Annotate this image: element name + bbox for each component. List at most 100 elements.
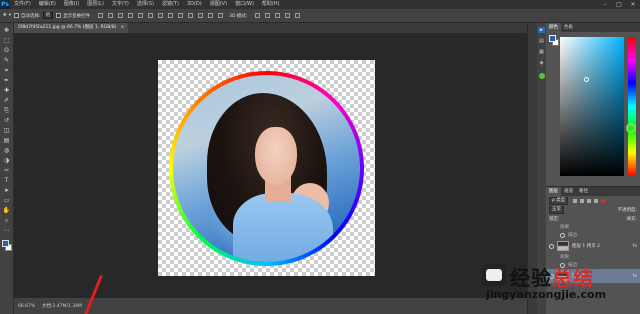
layer-row[interactable]: 图层 1 拷贝 2 fx bbox=[546, 239, 640, 253]
document-tab[interactable]: 5f8d7f4f2a211.jpg @ 66.7% (图层 1, RGB/8) … bbox=[14, 23, 129, 33]
filter-toggle-icon[interactable] bbox=[601, 198, 606, 203]
3d-pan-icon[interactable] bbox=[275, 13, 281, 18]
show-transform-checkbox[interactable] bbox=[56, 13, 62, 18]
filter-adjust-icon[interactable] bbox=[580, 198, 585, 203]
panel-grid-icon[interactable]: ▦ bbox=[539, 49, 544, 55]
distribute-vcenter-icon[interactable] bbox=[168, 13, 174, 18]
layer-kind-filter[interactable]: ρ 类型 bbox=[549, 196, 569, 205]
marquee-tool-icon[interactable]: ⬚ bbox=[2, 36, 12, 45]
tab-paths[interactable]: 路径 bbox=[576, 187, 591, 196]
eyedropper-tool-icon[interactable]: ✒ bbox=[2, 76, 12, 85]
eye-icon[interactable] bbox=[549, 273, 554, 279]
layer-effects-row[interactable]: 效果 bbox=[546, 223, 640, 231]
canvas-area[interactable] bbox=[14, 33, 527, 297]
close-tab-icon[interactable]: × bbox=[121, 23, 125, 33]
type-tool-icon[interactable]: T bbox=[2, 176, 12, 185]
align-top-icon[interactable] bbox=[98, 13, 104, 18]
menu-view[interactable]: 视图(V) bbox=[206, 0, 231, 9]
document-canvas[interactable] bbox=[158, 60, 375, 276]
hue-slider-handle[interactable] bbox=[626, 123, 636, 133]
tab-color[interactable]: 颜色 bbox=[546, 23, 561, 32]
menu-filter[interactable]: 滤镜(T) bbox=[158, 0, 183, 9]
fx-icon[interactable]: fx bbox=[633, 274, 640, 279]
color-picker-field[interactable] bbox=[560, 37, 624, 176]
filter-type-icon[interactable] bbox=[587, 198, 592, 203]
3d-rotate-icon[interactable] bbox=[255, 13, 261, 18]
align-hcenter-icon[interactable] bbox=[138, 13, 144, 18]
eye-icon[interactable] bbox=[560, 262, 565, 268]
align-left-icon[interactable] bbox=[128, 13, 134, 18]
more-tools-icon[interactable]: ⋯ bbox=[2, 226, 12, 235]
gradient-tool-icon[interactable]: ▤ bbox=[2, 136, 12, 145]
3d-roll-icon[interactable] bbox=[265, 13, 271, 18]
align-right-icon[interactable] bbox=[148, 13, 154, 18]
3d-slide-icon[interactable] bbox=[285, 13, 291, 18]
crop-tool-icon[interactable]: ⌗ bbox=[2, 66, 12, 75]
menu-type[interactable]: 文字(Y) bbox=[108, 0, 133, 9]
layer-row-selected[interactable]: 图层 1 fx bbox=[546, 269, 640, 283]
menu-edit[interactable]: 编辑(E) bbox=[35, 0, 60, 9]
fx-icon[interactable]: fx bbox=[633, 244, 640, 249]
show-transform-option[interactable]: 显示变换控件 bbox=[56, 13, 90, 19]
lasso-tool-icon[interactable]: ʘ bbox=[2, 46, 12, 55]
distribute-left-icon[interactable] bbox=[188, 13, 194, 18]
layer-name[interactable]: 图层 1 拷贝 2 bbox=[572, 243, 600, 249]
maximize-icon[interactable]: □ bbox=[612, 0, 626, 9]
layer-stroke-row[interactable]: 描边 bbox=[546, 261, 640, 269]
align-vcenter-icon[interactable] bbox=[108, 13, 114, 18]
auto-select-checkbox[interactable] bbox=[14, 13, 20, 18]
pen-tool-icon[interactable]: ✑ bbox=[2, 166, 12, 175]
brush-tool-icon[interactable]: ✐ bbox=[2, 96, 12, 105]
panel-list-icon[interactable]: ▤ bbox=[539, 38, 544, 44]
auto-align-icon[interactable] bbox=[218, 13, 224, 18]
distribute-top-icon[interactable] bbox=[158, 13, 164, 18]
menu-window[interactable]: 窗口(W) bbox=[231, 0, 258, 9]
align-bottom-icon[interactable] bbox=[118, 13, 124, 18]
history-brush-tool-icon[interactable]: ↺ bbox=[2, 116, 12, 125]
dodge-tool-icon[interactable]: ◑ bbox=[2, 156, 12, 165]
menu-select[interactable]: 选择(S) bbox=[133, 0, 158, 9]
tab-channels[interactable]: 通道 bbox=[561, 187, 576, 196]
document-info[interactable]: 文档:2.47M/1.34M bbox=[36, 303, 82, 309]
blur-tool-icon[interactable]: ◍ bbox=[2, 146, 12, 155]
filter-shape-icon[interactable] bbox=[594, 198, 599, 203]
color-panel-swatches[interactable] bbox=[549, 35, 559, 46]
zoom-level[interactable]: 66.67% bbox=[14, 304, 36, 309]
move-tool-preset[interactable]: ✥ ▾ bbox=[3, 13, 11, 18]
eye-icon[interactable] bbox=[549, 243, 554, 249]
menu-image[interactable]: 图像(I) bbox=[60, 0, 83, 9]
distribute-hcenter-icon[interactable] bbox=[198, 13, 204, 18]
minimize-icon[interactable]: – bbox=[598, 0, 612, 9]
eye-icon[interactable] bbox=[560, 232, 565, 238]
color-picker-cursor[interactable] bbox=[584, 77, 589, 82]
3d-scale-icon[interactable] bbox=[295, 13, 301, 18]
move-tool-icon[interactable]: ✥ bbox=[2, 26, 12, 35]
layer-effects-row[interactable]: 效果 bbox=[546, 253, 640, 261]
distribute-right-icon[interactable] bbox=[208, 13, 214, 18]
tab-swatches[interactable]: 色板 bbox=[561, 23, 576, 32]
quick-select-tool-icon[interactable]: ✎ bbox=[2, 56, 12, 65]
panel-adjust-icon[interactable]: ◈ bbox=[540, 60, 544, 66]
blend-mode-dropdown[interactable]: 正常 bbox=[549, 205, 564, 214]
path-select-tool-icon[interactable]: ➤ bbox=[2, 186, 12, 195]
filter-pixel-icon[interactable] bbox=[573, 198, 578, 203]
healing-brush-tool-icon[interactable]: ✚ bbox=[2, 86, 12, 95]
layer-name[interactable]: 图层 1 bbox=[572, 273, 585, 279]
foreground-color-swatch[interactable] bbox=[1, 240, 9, 247]
menu-file[interactable]: 文件(F) bbox=[10, 0, 35, 9]
color-swatches[interactable] bbox=[1, 240, 12, 252]
zoom-tool-icon[interactable]: ⌕ bbox=[2, 216, 12, 225]
close-icon[interactable]: ✕ bbox=[626, 0, 640, 9]
menu-help[interactable]: 帮助(H) bbox=[258, 0, 284, 9]
menu-layer[interactable]: 图层(L) bbox=[83, 0, 108, 9]
distribute-bottom-icon[interactable] bbox=[178, 13, 184, 18]
tab-layers[interactable]: 图层 bbox=[546, 187, 561, 196]
clone-stamp-tool-icon[interactable]: ⎘ bbox=[2, 106, 12, 115]
auto-select-dropdown[interactable]: 组 bbox=[42, 12, 54, 19]
foreground-color-swatch[interactable] bbox=[549, 35, 556, 42]
shape-tool-icon[interactable]: ▭ bbox=[2, 196, 12, 205]
hand-tool-icon[interactable]: ✋ bbox=[2, 206, 12, 215]
layer-stroke-row[interactable]: 描边 bbox=[546, 231, 640, 239]
eraser-tool-icon[interactable]: ◫ bbox=[2, 126, 12, 135]
menu-3d[interactable]: 3D(D) bbox=[183, 0, 206, 9]
